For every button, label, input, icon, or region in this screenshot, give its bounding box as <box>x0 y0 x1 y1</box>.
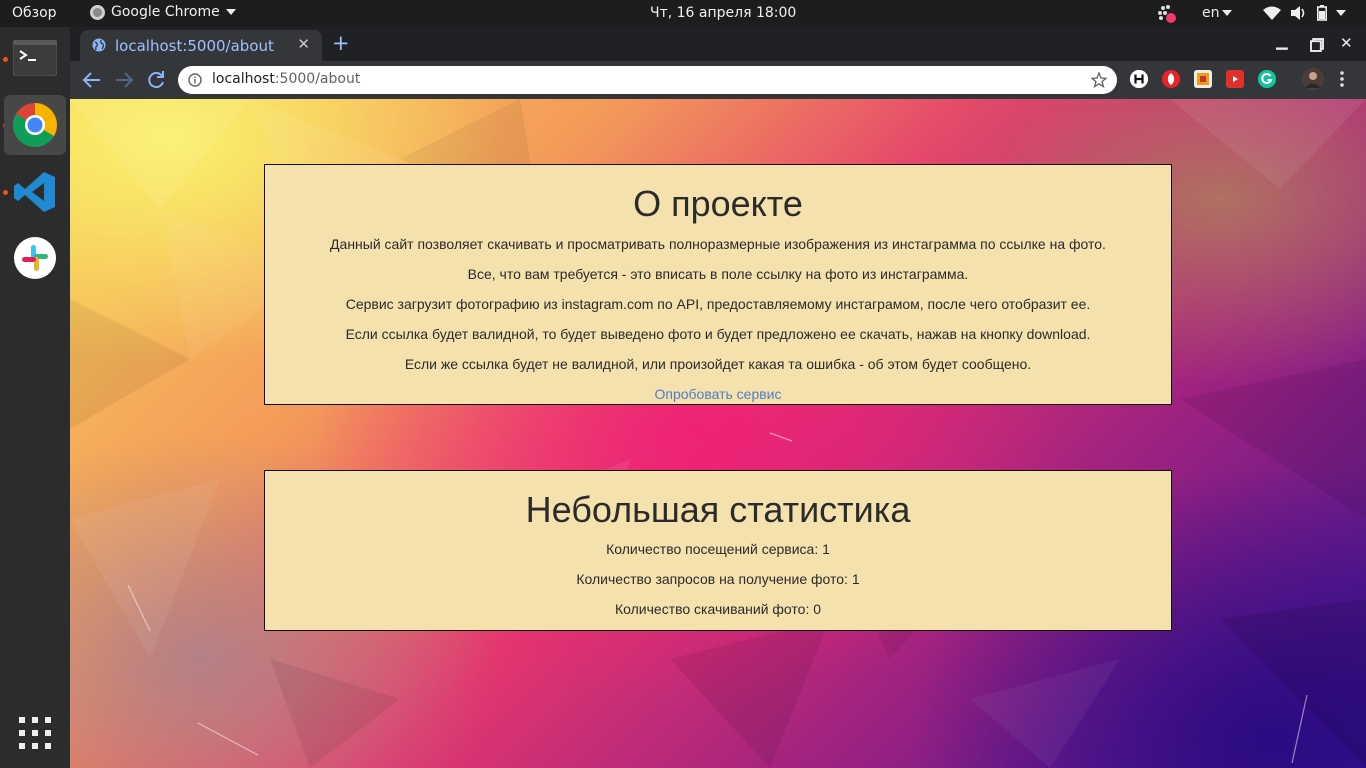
app-menu-label: Google Chrome <box>111 4 220 20</box>
dock-item-chrome[interactable] <box>4 95 66 155</box>
chrome-icon <box>90 4 105 20</box>
chevron-down-icon <box>1222 10 1232 16</box>
tab-strip: localhost:5000/about ✕ + ▁ ✕ <box>70 27 1366 61</box>
about-paragraph: Сервис загрузит фотографию из instagram.… <box>345 296 1091 312</box>
url-path: :5000/about <box>274 71 361 87</box>
url-host: localhost <box>212 71 275 87</box>
wifi-icon[interactable] <box>1263 6 1281 20</box>
about-paragraph: Данный сайт позволяет скачивать и просма… <box>330 236 1106 252</box>
about-title: О проекте <box>633 183 803 224</box>
vscode-icon <box>14 172 55 212</box>
extension-tampermonkey-icon[interactable] <box>1194 70 1212 88</box>
terminal-icon <box>13 40 57 76</box>
dock-item-vscode[interactable] <box>4 162 66 222</box>
keyboard-layout[interactable]: en <box>1202 5 1220 21</box>
battery-icon[interactable] <box>1317 5 1327 21</box>
about-paragraph: Если ссылка будет валидной, то будет выв… <box>345 326 1091 342</box>
volume-icon[interactable] <box>1291 6 1307 20</box>
back-arrow-icon[interactable] <box>80 68 104 92</box>
browser-toolbar: localhost:5000/about <box>70 61 1366 99</box>
info-icon[interactable] <box>188 73 202 87</box>
show-applications-button[interactable] <box>19 717 51 754</box>
stats-title: Небольшая статистика <box>525 489 911 530</box>
slack-icon <box>14 237 56 279</box>
about-paragraph: Если же ссылка будет не валидной, или пр… <box>404 356 1032 372</box>
clock[interactable]: Чт, 16 апреля 18:00 <box>650 5 796 21</box>
stats-line-visits: Количество посещений сервиса: 1 <box>606 541 830 557</box>
stats-card: Небольшая статистика Количество посещени… <box>264 470 1172 631</box>
bookmark-star-icon[interactable] <box>1091 72 1107 88</box>
extension-shield-icon[interactable] <box>1162 70 1180 88</box>
system-tray[interactable]: en <box>1136 0 1366 27</box>
extension-video-icon[interactable] <box>1226 70 1244 88</box>
gnome-top-bar: Обзор Google Chrome Чт, 16 апреля 18:00 … <box>0 0 1366 27</box>
app-menu[interactable]: Google Chrome <box>90 4 236 20</box>
restore-button[interactable] <box>1310 38 1324 52</box>
reload-icon[interactable] <box>144 68 168 92</box>
page-viewport: О проекте Данный сайт позволяет скачиват… <box>70 99 1366 768</box>
chevron-down-icon <box>225 9 236 15</box>
dock-item-terminal[interactable] <box>4 28 66 88</box>
stats-line-downloads: Количество скачиваний фото: 0 <box>614 601 822 617</box>
close-window-button[interactable]: ✕ <box>1340 34 1354 52</box>
stats-line-requests: Количество запросов на получение фото: 1 <box>576 571 860 587</box>
about-card: О проекте Данный сайт позволяет скачиват… <box>264 164 1172 405</box>
menu-kebab-icon[interactable] <box>1340 71 1344 87</box>
extension-h-icon[interactable] <box>1130 70 1148 88</box>
app-grid-icon <box>19 717 51 749</box>
activities-button[interactable]: Обзор <box>12 5 57 21</box>
address-bar[interactable]: localhost:5000/about <box>178 66 1117 94</box>
chrome-icon <box>13 103 57 147</box>
minimize-button[interactable]: ▁ <box>1276 32 1290 50</box>
new-tab-button[interactable]: + <box>332 32 350 54</box>
notification-icon[interactable] <box>1157 4 1179 24</box>
profile-avatar[interactable] <box>1302 68 1324 90</box>
dock-item-slack[interactable] <box>4 228 66 288</box>
chevron-down-icon[interactable] <box>1336 10 1346 16</box>
tab-title: localhost:5000/about <box>115 37 274 55</box>
about-paragraph: Все, что вам требуется - это вписать в п… <box>467 266 969 282</box>
tab-about[interactable]: localhost:5000/about ✕ <box>80 30 322 61</box>
dock <box>0 27 70 768</box>
forward-arrow-icon[interactable] <box>112 68 136 92</box>
try-service-link[interactable]: Опробовать сервис <box>654 386 781 402</box>
close-tab-icon[interactable]: ✕ <box>297 35 310 53</box>
globe-icon <box>92 38 106 52</box>
extension-grammarly-icon[interactable] <box>1258 70 1276 88</box>
url-text[interactable]: localhost:5000/about <box>212 71 360 87</box>
